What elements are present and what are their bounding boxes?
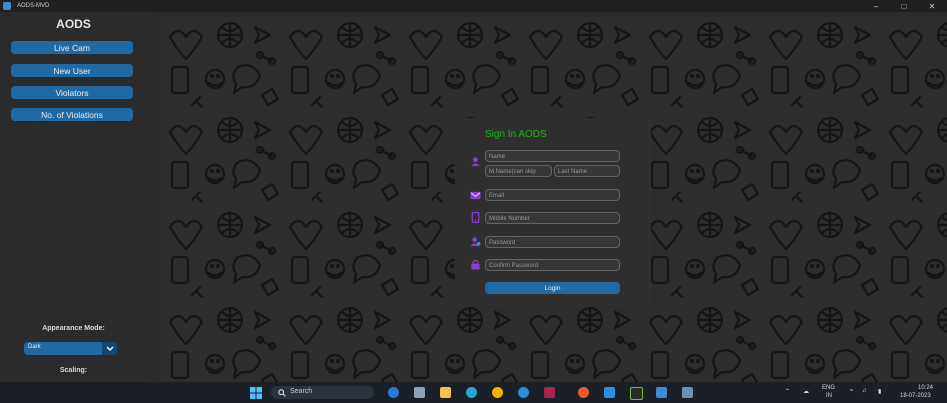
telegram-icon[interactable]	[518, 387, 529, 398]
email-field[interactable]: Email	[485, 189, 620, 201]
name-field[interactable]: Name	[485, 150, 620, 162]
password-field[interactable]: Password	[485, 236, 620, 248]
middle-name-field[interactable]: M.Name(can skip	[485, 165, 552, 177]
taskbar-search[interactable]: Search	[271, 386, 374, 399]
language-top[interactable]: ENG	[822, 385, 835, 391]
edge-icon[interactable]	[466, 387, 477, 398]
clock-date[interactable]: 18-07-2023	[900, 393, 931, 399]
app-icon	[3, 2, 11, 10]
signin-heading: Sign In AODS	[485, 129, 547, 140]
chevron-down-icon[interactable]	[102, 342, 117, 355]
appearance-mode-label: Appearance Mode:	[42, 325, 105, 332]
window-title: AODS-MVD	[17, 3, 50, 9]
file-explorer-icon[interactable]	[440, 387, 451, 398]
taskbar: Search ⌃ ☁ ENG IN ≈ ♫ ▮ 10:24 18-07-2023	[0, 382, 947, 403]
sidebar: AODS Live Cam New User Violators No. of …	[0, 12, 147, 382]
password-icon	[470, 237, 481, 247]
appearance-mode-value: Dark	[28, 344, 41, 350]
violators-button[interactable]: Violators	[11, 86, 133, 99]
battery-icon[interactable]: ▮	[878, 388, 881, 395]
chevron-up-icon[interactable]: ⌃	[785, 388, 790, 395]
phone-icon	[471, 212, 480, 223]
app-logo: AODS	[56, 17, 91, 31]
last-name-field[interactable]: Last Name	[554, 165, 620, 177]
close-icon[interactable]: ✕	[918, 0, 946, 12]
login-button[interactable]: Login	[485, 282, 620, 294]
search-label: Search	[290, 388, 313, 395]
appearance-mode-select[interactable]: Dark	[24, 342, 117, 355]
language-bottom[interactable]: IN	[826, 393, 832, 399]
maximize-icon[interactable]: □	[890, 0, 918, 12]
widgets-icon[interactable]	[414, 387, 425, 398]
title-bar: AODS-MVD	[0, 0, 947, 12]
clock-time[interactable]: 10:24	[918, 385, 933, 391]
volume-icon[interactable]: ♫	[862, 388, 867, 394]
chrome-canary-icon[interactable]	[578, 387, 589, 398]
user-icon	[471, 157, 480, 167]
signin-card: Sign In AODS Name M.Name(can skip Last N…	[455, 118, 651, 306]
windows-start-icon[interactable]	[250, 387, 262, 399]
chat-icon[interactable]	[388, 387, 399, 398]
cloud-icon[interactable]: ☁	[803, 388, 809, 395]
live-cam-button[interactable]: Live Cam	[11, 41, 133, 54]
python-app-icon[interactable]	[656, 387, 667, 398]
mobile-number-field[interactable]: Mobile Number	[485, 212, 620, 224]
chrome-icon[interactable]	[492, 387, 503, 398]
terminal-icon[interactable]	[630, 387, 643, 400]
confirm-password-field[interactable]: Confirm Password	[485, 259, 620, 271]
wifi-icon[interactable]: ≈	[850, 388, 853, 394]
lock-icon	[471, 259, 480, 270]
search-icon	[278, 389, 286, 397]
email-icon	[470, 191, 481, 200]
feather-app-icon[interactable]	[682, 387, 693, 398]
minimize-icon[interactable]: –	[862, 0, 890, 12]
app-icon-pink[interactable]	[544, 387, 555, 398]
no-of-violations-button[interactable]: No. of Violations	[11, 108, 133, 121]
scaling-label: Scaling:	[59, 367, 88, 374]
new-user-button[interactable]: New User	[11, 64, 133, 77]
vscode-icon[interactable]	[604, 387, 615, 398]
